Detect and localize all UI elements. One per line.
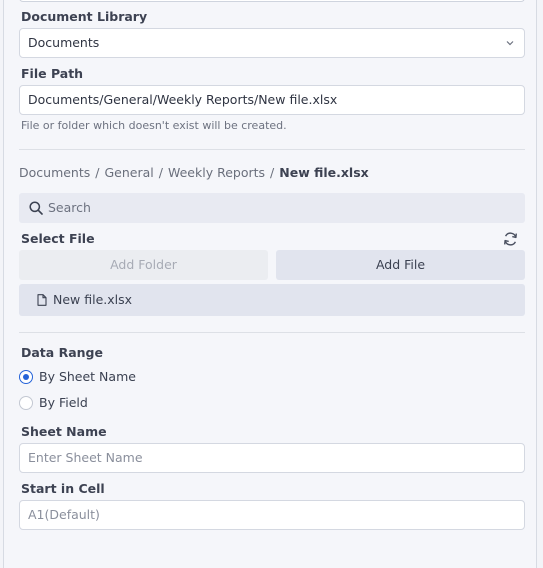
start-cell-label: Start in Cell (21, 481, 105, 496)
add-file-button[interactable]: Add File (276, 250, 525, 280)
file-list-item[interactable]: New file.xlsx (19, 284, 525, 316)
divider (19, 149, 525, 150)
sheet-name-label: Sheet Name (21, 424, 107, 439)
file-icon (37, 294, 47, 306)
select-file-label: Select File (21, 231, 95, 246)
breadcrumb: Documents / General / Weekly Reports / New fil… (19, 165, 369, 180)
radio-label: By Field (39, 395, 88, 410)
breadcrumb-separator: / (270, 165, 275, 180)
search-placeholder: Search (48, 200, 91, 215)
breadcrumb-separator: / (158, 165, 163, 180)
file-path-value: Documents/General/Weekly Reports/New fil… (28, 92, 338, 107)
breadcrumb-item-documents[interactable]: Documents (19, 165, 90, 180)
data-range-label: Data Range (21, 345, 103, 360)
radio-by-sheet-name[interactable]: By Sheet Name (19, 368, 136, 386)
radio-label: By Sheet Name (39, 369, 136, 384)
settings-panel: Document Library Documents File Path Doc… (3, 0, 537, 568)
file-path-hint: File or folder which doesn't exist will … (21, 119, 287, 132)
sheet-name-placeholder: Enter Sheet Name (28, 450, 143, 465)
document-library-select[interactable]: Documents (19, 28, 525, 58)
breadcrumb-separator: / (95, 165, 100, 180)
document-library-label: Document Library (21, 9, 148, 24)
breadcrumb-current: New file.xlsx (279, 165, 369, 180)
search-input[interactable]: Search (19, 193, 525, 223)
refresh-icon[interactable] (502, 231, 519, 247)
radio-button[interactable] (19, 396, 33, 410)
divider (19, 332, 525, 333)
file-path-input[interactable]: Documents/General/Weekly Reports/New fil… (19, 85, 525, 115)
radio-button-checked[interactable] (19, 370, 33, 384)
start-cell-input[interactable]: A1(Default) (19, 500, 525, 530)
document-library-value: Documents (28, 35, 100, 50)
breadcrumb-item-general[interactable]: General (105, 165, 154, 180)
breadcrumb-item-weekly-reports[interactable]: Weekly Reports (168, 165, 265, 180)
sheet-name-input[interactable]: Enter Sheet Name (19, 443, 525, 473)
file-path-label: File Path (21, 66, 84, 81)
chevron-down-icon (506, 41, 514, 46)
search-icon (29, 201, 43, 215)
file-name: New file.xlsx (53, 292, 133, 307)
add-folder-button[interactable]: Add Folder (19, 250, 268, 280)
previous-field-edge (19, 0, 525, 2)
radio-by-field[interactable]: By Field (19, 394, 88, 412)
start-cell-placeholder: A1(Default) (28, 507, 100, 522)
